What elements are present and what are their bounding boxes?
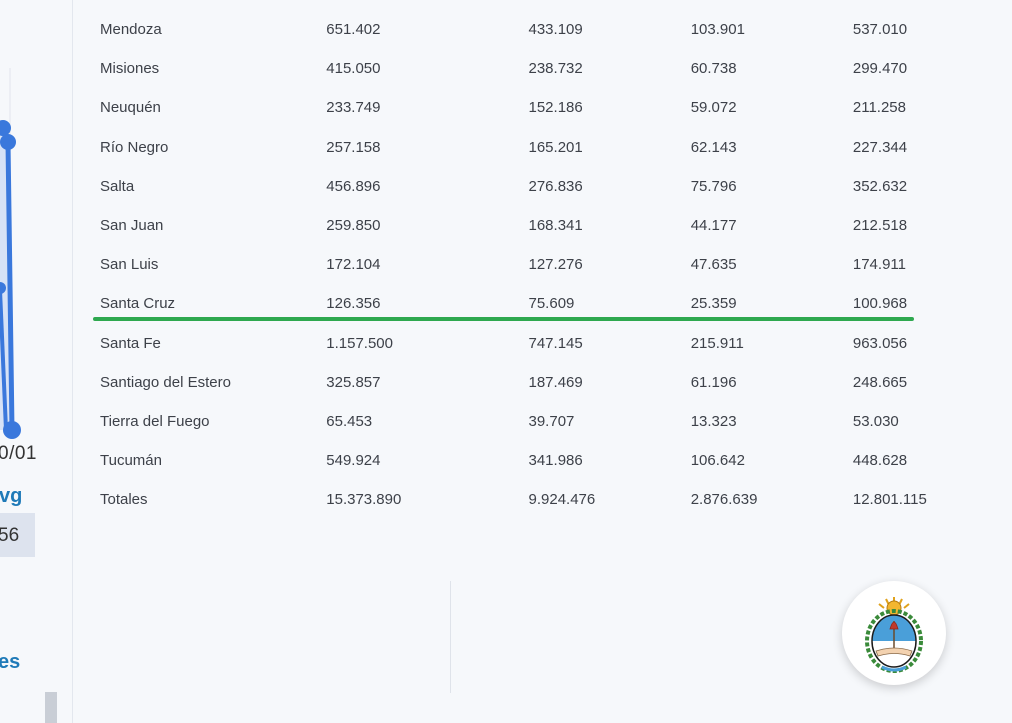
cell-value: 44.177	[690, 217, 737, 235]
cell-value: 12.801.115	[852, 491, 927, 509]
left-panel: 0/01 vg 56 es	[0, 0, 73, 723]
cell-value: 415.050	[326, 60, 381, 78]
chart-date-label: 0/01	[0, 443, 37, 464]
province-table-container: Mendoza 651.402 433.109 103.901 537.010 …	[73, 10, 1012, 519]
cell-province: Totales	[100, 491, 148, 509]
cell-value: 103.901	[690, 21, 745, 39]
cell-value: 172.104	[326, 256, 381, 274]
cell-province: Salta	[100, 177, 135, 195]
cell-province: San Luis	[100, 256, 159, 274]
cell-value: 53.030	[852, 412, 899, 430]
cell-value: 259.850	[326, 217, 381, 235]
cell-value: 233.749	[326, 99, 381, 117]
cell-value: 325.857	[326, 373, 381, 391]
chart-point[interactable]	[0, 134, 16, 150]
cell-value: 248.665	[852, 373, 908, 391]
partial-line-chart	[0, 68, 21, 439]
cell-value: 537.010	[852, 21, 908, 39]
seal-badge[interactable]	[842, 581, 946, 685]
avg-value: 56	[0, 525, 20, 546]
cell-value: 257.158	[326, 138, 381, 156]
chart-point[interactable]	[3, 421, 21, 439]
cell-value: 238.732	[528, 60, 583, 78]
cell-value: 61.196	[690, 373, 737, 391]
cell-value: 152.186	[528, 99, 583, 117]
table-row: Río Negro 257.158 165.201 62.143 227.344	[93, 128, 953, 167]
scrollbar-thumb[interactable]	[45, 692, 57, 723]
cell-value: 165.201	[528, 138, 583, 156]
province-table: Mendoza 651.402 433.109 103.901 537.010 …	[93, 10, 953, 519]
cell-province: Tucumán	[100, 452, 162, 470]
cell-value: 59.072	[690, 99, 737, 117]
cell-value: 448.628	[852, 452, 908, 470]
table-row: Misiones 415.050 238.732 60.738 299.470	[93, 49, 953, 88]
table-row: Neuquén 233.749 152.186 59.072 211.258	[93, 88, 953, 127]
cell-value: 106.642	[690, 452, 745, 470]
cell-province: Mendoza	[100, 21, 162, 39]
cell-value: 127.276	[528, 256, 583, 274]
cell-value: 60.738	[690, 60, 737, 78]
cell-value: 227.344	[852, 138, 908, 156]
highlight-underline	[93, 317, 914, 321]
chart-point[interactable]	[0, 120, 11, 136]
cell-province: Tierra del Fuego	[100, 412, 210, 430]
cell-value: 341.986	[528, 452, 583, 470]
table-row: Santa Fe 1.157.500 747.145 215.911 963.0…	[93, 324, 953, 363]
cell-value: 651.402	[326, 21, 381, 39]
table-row: San Juan 259.850 168.341 44.177 212.518	[93, 206, 953, 245]
cell-value: 174.911	[852, 256, 906, 274]
cell-value: 62.143	[690, 138, 737, 156]
cell-value: 299.470	[852, 60, 908, 78]
cell-value: 168.341	[528, 217, 583, 235]
cell-province: Río Negro	[100, 138, 169, 156]
cell-value: 215.911	[690, 334, 744, 352]
table-row-totals: Totales 15.373.890 9.924.476 2.876.639 1…	[93, 480, 953, 519]
cell-value: 211.258	[852, 99, 906, 117]
cell-value: 2.876.639	[690, 491, 758, 509]
table-row: Tierra del Fuego 65.453 39.707 13.323 53…	[93, 402, 953, 441]
table-row: San Luis 172.104 127.276 47.635 174.911	[93, 245, 953, 284]
cell-value: 65.453	[326, 412, 373, 430]
cell-value: 212.518	[852, 217, 908, 235]
cell-value: 13.323	[690, 412, 737, 430]
cell-value: 47.635	[690, 256, 737, 274]
table-row: Tucumán 549.924 341.986 106.642 448.628	[93, 441, 953, 480]
cell-value: 1.157.500	[326, 334, 393, 352]
avg-label: vg	[0, 485, 23, 507]
cell-province: Misiones	[100, 60, 160, 78]
cell-value: 352.632	[852, 177, 908, 195]
cell-province: San Juan	[100, 217, 164, 235]
cell-province: Santiago del Estero	[100, 373, 231, 391]
cell-value: 433.109	[528, 21, 583, 39]
cell-value: 9.924.476	[528, 491, 596, 509]
table-row: Salta 456.896 276.836 75.796 352.632	[93, 167, 953, 206]
table-row: Mendoza 651.402 433.109 103.901 537.010	[93, 10, 953, 49]
cell-province: Neuquén	[100, 99, 161, 117]
cell-value: 75.796	[690, 177, 737, 195]
cell-value: 39.707	[528, 412, 575, 430]
cell-value: 549.924	[326, 452, 381, 470]
table-row: Santiago del Estero 325.857 187.469 61.1…	[93, 363, 953, 402]
argentina-coat-of-arms-icon	[865, 597, 923, 673]
cell-value: 747.145	[528, 334, 583, 352]
cell-province: Santa Fe	[100, 334, 161, 352]
section-heading: es	[0, 651, 21, 673]
page: 0/01 vg 56 es Mendoza 651.402 433.109 10…	[0, 0, 1012, 723]
footer-divider	[450, 581, 451, 693]
cell-value: 456.896	[326, 177, 381, 195]
cell-value: 15.373.890	[326, 491, 402, 509]
cell-value: 276.836	[528, 177, 583, 195]
cell-value: 187.469	[528, 373, 583, 391]
cell-value: 963.056	[852, 334, 908, 352]
